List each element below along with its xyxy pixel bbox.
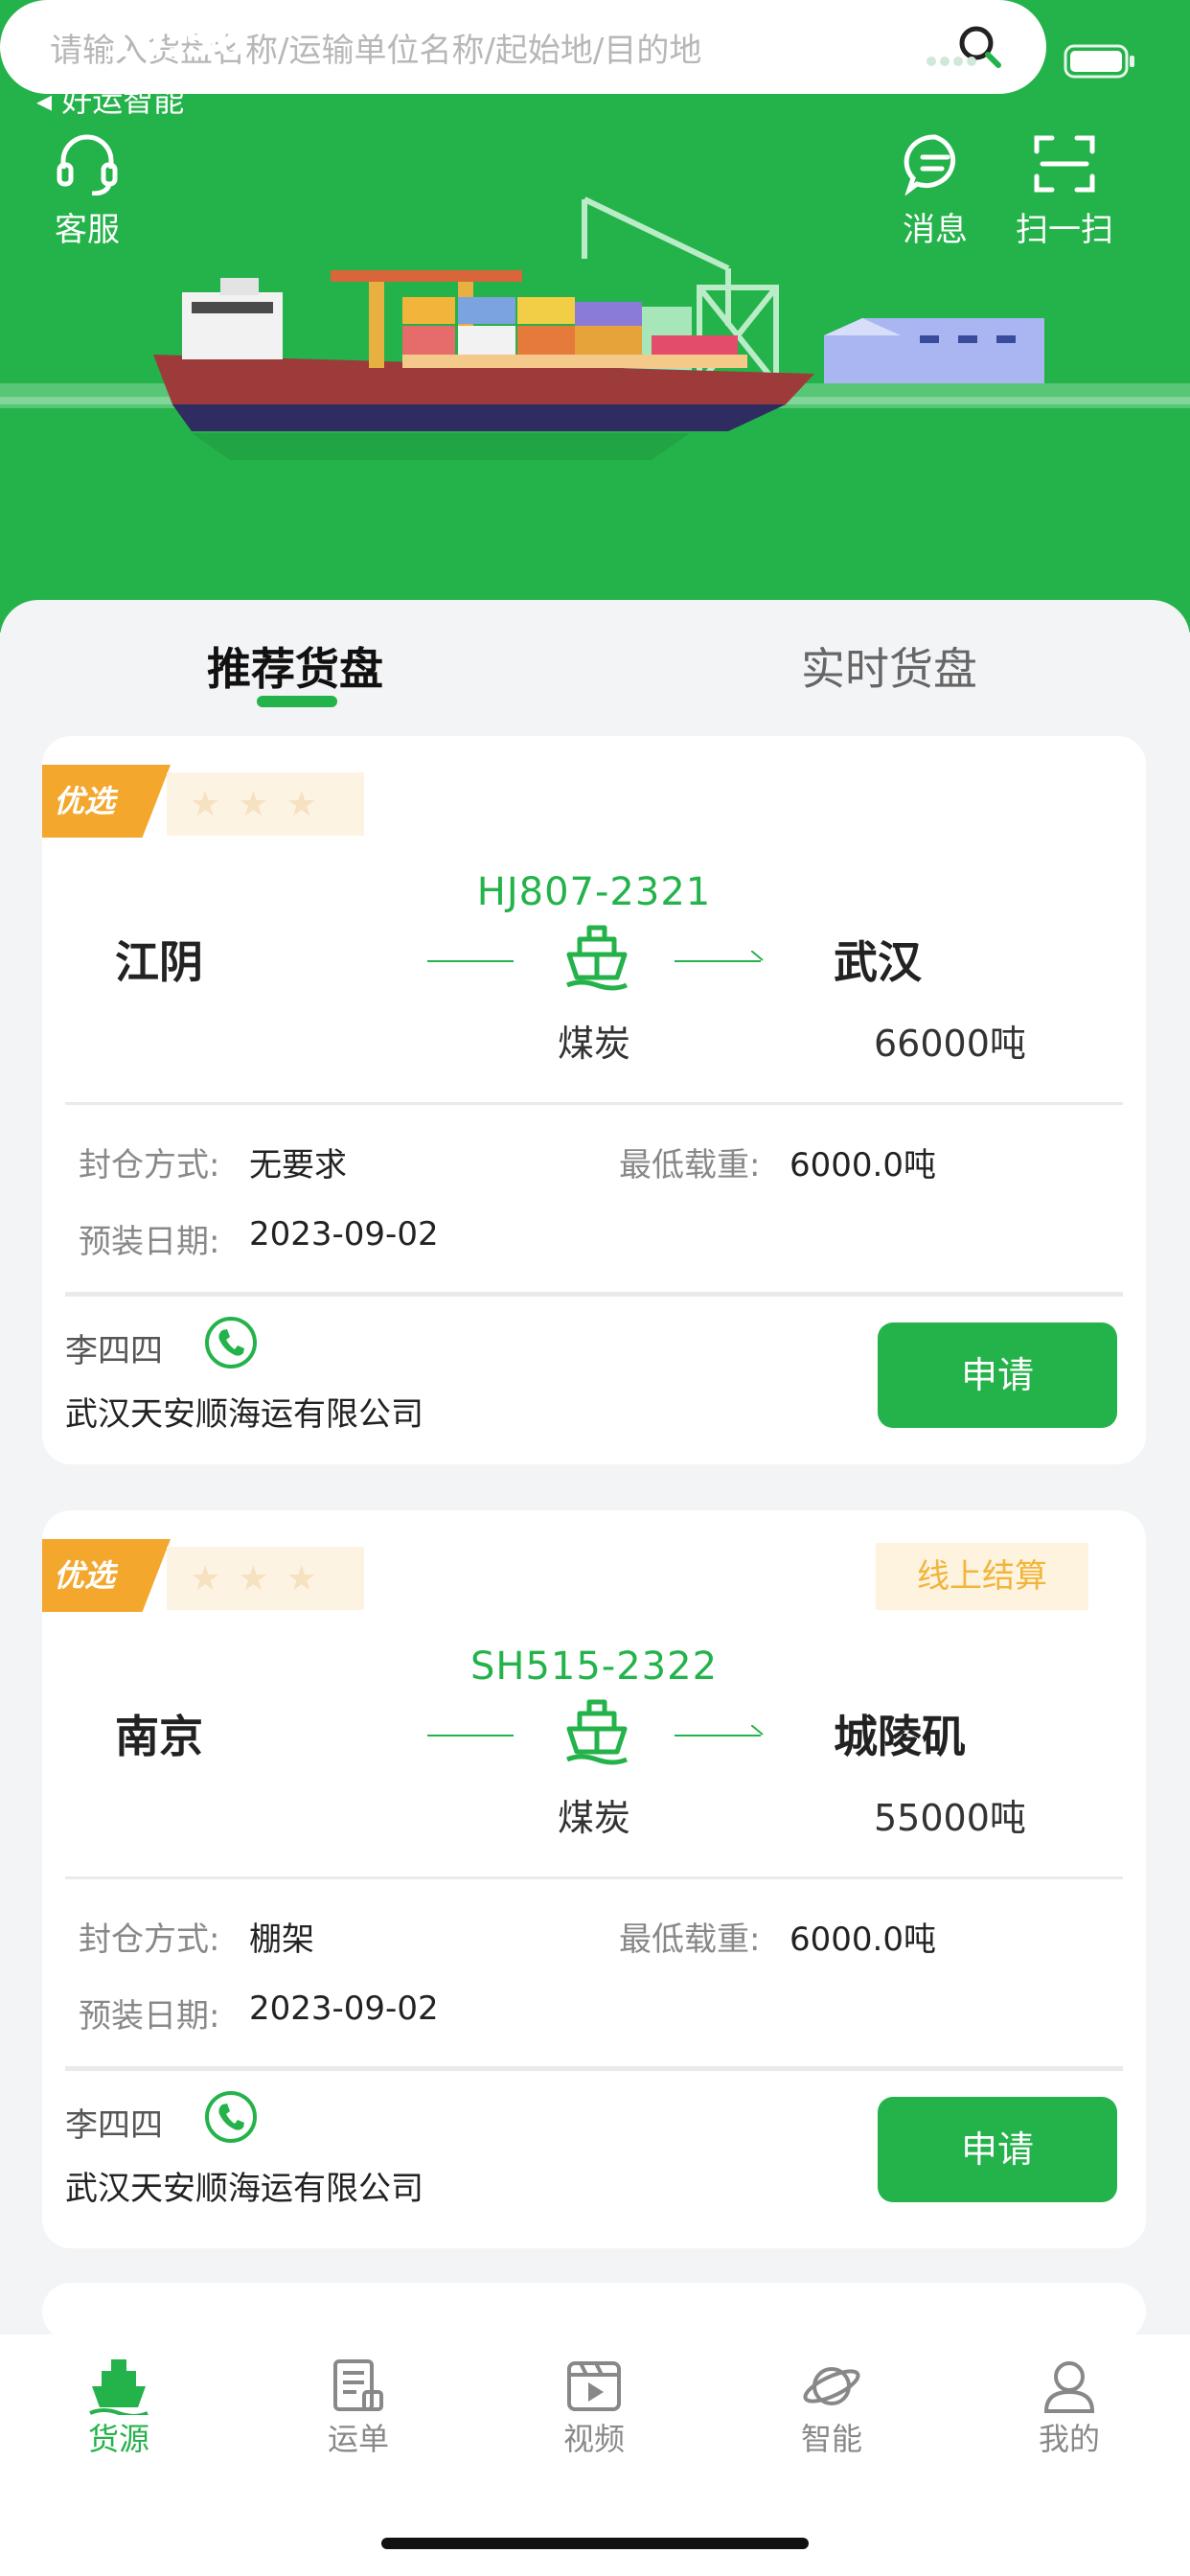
route-line-left (427, 1735, 514, 1736)
cargo-card[interactable]: 优选 ★ ★ ★ HJ807-2321 江阴 武汉 煤炭 66000吨 封仓方式… (42, 736, 1146, 1464)
signal-icon (927, 57, 976, 66)
rating-stars: ★ ★ ★ (167, 1547, 364, 1610)
cargo-code: SH515-2322 (469, 1644, 719, 1689)
destination-city: 城陵矶 (834, 1711, 966, 1762)
back-to-app-link[interactable]: ◂ 好运智能 (36, 77, 184, 121)
user-icon (1043, 2361, 1095, 2413)
arrow-head-icon (751, 1725, 764, 1736)
preferred-badge: 优选 (42, 1539, 171, 1612)
company-name: 武汉天安顺海运有限公司 (65, 1395, 423, 1434)
divider (65, 1876, 1123, 1879)
cargo-card-peek (42, 2283, 1146, 2340)
star-icon: ★ (190, 784, 221, 824)
nav-label: 视频 (562, 2421, 625, 2457)
nav-label: 运单 (327, 2421, 389, 2457)
battery-icon (1064, 44, 1134, 79)
nav-item-cargo[interactable]: 货源 (52, 2358, 186, 2459)
active-tab-indicator (257, 696, 337, 707)
apply-button[interactable]: 申请 (878, 1322, 1117, 1428)
planet-icon (803, 2367, 860, 2405)
phone-icon[interactable] (203, 2089, 259, 2145)
online-settlement-tag: 线上结算 (876, 1543, 1088, 1610)
min-load-value: 6000.0吨 (790, 1920, 936, 1959)
load-date-label: 预装日期: (79, 1223, 220, 1261)
origin-city: 南京 (115, 1711, 203, 1762)
contact-name: 李四四 (65, 1332, 163, 1370)
apply-button[interactable]: 申请 (878, 2097, 1117, 2202)
content-panel: 推荐货盘 实时货盘 优选 ★ ★ ★ HJ807-2321 江阴 武汉 煤炭 6… (0, 600, 1190, 2340)
destination-city: 武汉 (834, 936, 922, 988)
cargo-card[interactable]: 优选 ★ ★ ★ 线上结算 SH515-2322 南京 城陵矶 煤炭 55000… (42, 1510, 1146, 2248)
company-name: 武汉天安顺海运有限公司 (65, 2170, 423, 2208)
origin-city: 江阴 (115, 936, 203, 988)
rating-stars: ★ ★ ★ (167, 772, 364, 836)
divider (65, 1102, 1123, 1105)
load-date-value: 2023-09-02 (249, 1215, 439, 1254)
cargo-tonnage: 66000吨 (874, 1023, 1026, 1065)
nav-item-waybill[interactable]: 运单 (291, 2358, 425, 2459)
arrow-head-icon (751, 951, 764, 961)
status-time: 10:56 (102, 15, 247, 67)
home-indicator[interactable] (381, 2538, 809, 2549)
port-ship-illustration (0, 196, 1190, 460)
video-icon (567, 2361, 621, 2411)
seal-method-label: 封仓方式: (79, 1146, 220, 1184)
divider (65, 2066, 1123, 2071)
star-icon: ★ (238, 784, 269, 824)
star-icon: ★ (238, 1558, 269, 1598)
nav-item-mine[interactable]: 我的 (1002, 2358, 1136, 2459)
divider (65, 1292, 1123, 1297)
header-banner: 10:56 ◂ 好运智能 客服 消息 扫一扫 请输入货盘名称/运输单位名称/起始… (0, 0, 1190, 632)
nav-item-video[interactable]: 视频 (527, 2358, 661, 2459)
route-line-left (427, 960, 514, 962)
ship-icon (566, 925, 628, 991)
phone-icon[interactable] (203, 1315, 259, 1370)
contact-name: 李四四 (65, 2106, 163, 2145)
load-date-label: 预装日期: (79, 1997, 220, 2036)
nav-label: 我的 (1038, 2421, 1100, 2457)
nav-label: 智能 (800, 2421, 862, 2457)
seal-method-value: 棚架 (249, 1920, 314, 1959)
load-date-value: 2023-09-02 (249, 1990, 439, 2028)
star-icon: ★ (286, 1558, 317, 1598)
seal-method-label: 封仓方式: (79, 1920, 220, 1959)
star-icon: ★ (286, 784, 317, 824)
nav-item-smart[interactable]: 智能 (765, 2358, 899, 2459)
min-load-label: 最低载重: (619, 1920, 761, 1959)
min-load-value: 6000.0吨 (790, 1146, 936, 1184)
min-load-label: 最低载重: (619, 1146, 761, 1184)
wifi-icon (999, 45, 1043, 77)
route-line-right (675, 960, 761, 962)
status-icons (926, 44, 1136, 79)
tab-recommended[interactable]: 推荐货盘 (207, 634, 383, 698)
tab-realtime[interactable]: 实时货盘 (801, 634, 977, 698)
seal-method-value: 无要求 (249, 1146, 347, 1184)
waybill-icon (333, 2359, 383, 2411)
ship-icon (566, 1699, 628, 1765)
star-icon: ★ (190, 1558, 221, 1598)
cargo-code: HJ807-2321 (476, 870, 712, 914)
nav-label: 货源 (87, 2421, 149, 2457)
route-line-right (675, 1735, 761, 1736)
ship-icon (89, 2359, 149, 2415)
preferred-badge: 优选 (42, 765, 171, 838)
cargo-tonnage: 55000吨 (874, 1797, 1026, 1839)
